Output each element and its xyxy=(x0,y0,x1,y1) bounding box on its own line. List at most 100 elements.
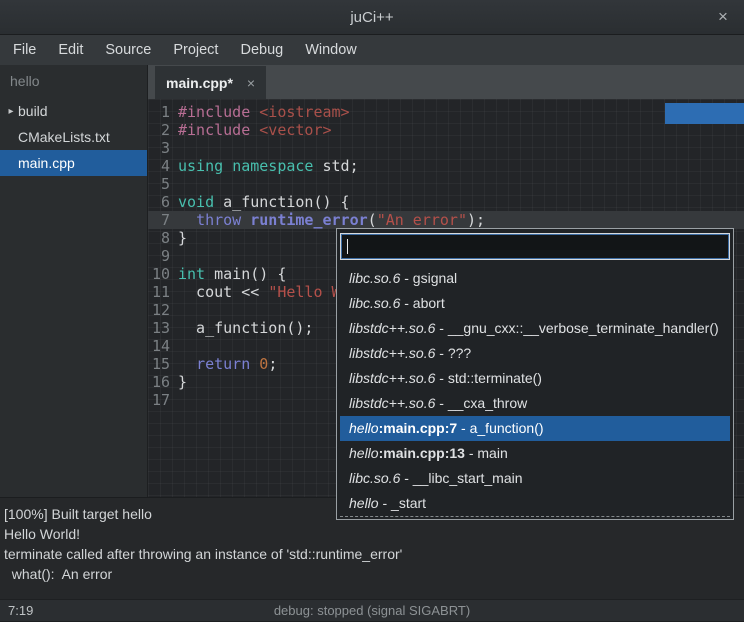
token-kw2: return xyxy=(196,355,250,373)
tab-label: main.cpp* xyxy=(166,75,233,91)
tree-item-label: build xyxy=(16,103,48,119)
token-str: "An error" xyxy=(377,211,467,229)
tree-item-build[interactable]: ▸build xyxy=(0,98,147,124)
line-number[interactable]: 8 xyxy=(148,229,170,247)
module-name: libstdc++.so.6 xyxy=(349,345,435,361)
line-number[interactable]: 13 xyxy=(148,319,170,337)
line-text: throw runtime_error("An error"); xyxy=(170,211,485,229)
tree-item-main-cpp[interactable]: main.cpp xyxy=(0,150,147,176)
line-text xyxy=(170,175,178,193)
console-line: Hello World! xyxy=(4,524,744,544)
module-name: libstdc++.so.6 xyxy=(349,320,435,336)
backtrace-item[interactable]: libstdc++.so.6 - __gnu_cxx::__verbose_te… xyxy=(340,316,730,341)
backtrace-item[interactable]: hello:main.cpp:13 - main xyxy=(340,441,730,466)
tree-item-label: main.cpp xyxy=(16,155,75,171)
menu-file[interactable]: File xyxy=(2,35,47,65)
source-location: :main.cpp:13 xyxy=(379,445,465,461)
tab-close-icon[interactable]: × xyxy=(247,75,255,91)
token-kw: void xyxy=(178,193,214,211)
backtrace-item[interactable]: libstdc++.so.6 - ??? xyxy=(340,341,730,366)
project-name: hello xyxy=(0,65,147,98)
console-line: terminate called after throwing an insta… xyxy=(4,544,744,564)
line-text xyxy=(170,337,178,355)
code-line-1[interactable]: 1#include <iostream> xyxy=(148,103,744,121)
backtrace-filter-input[interactable] xyxy=(340,233,730,260)
status-bar: 7:19 debug: stopped (signal SIGABRT) xyxy=(0,599,744,621)
menu-edit[interactable]: Edit xyxy=(47,35,94,65)
expander-icon[interactable]: ▸ xyxy=(0,106,16,117)
token-plain: ); xyxy=(467,211,485,229)
file-tree: ▸buildCMakeLists.txtmain.cpp xyxy=(0,98,147,176)
scrollbar-thumb[interactable] xyxy=(665,103,744,124)
code-line-4[interactable]: 4using namespace std; xyxy=(148,157,744,175)
menu-window[interactable]: Window xyxy=(294,35,368,65)
source-location: :main.cpp:7 xyxy=(379,420,458,436)
close-icon[interactable]: × xyxy=(713,7,733,27)
code-line-3[interactable]: 3 xyxy=(148,139,744,157)
code-line-5[interactable]: 5 xyxy=(148,175,744,193)
line-text xyxy=(170,301,178,319)
line-number[interactable]: 11 xyxy=(148,283,170,301)
menu-source[interactable]: Source xyxy=(94,35,162,65)
debug-status: debug: stopped (signal SIGABRT) xyxy=(0,600,744,622)
backtrace-item[interactable]: hello - _start xyxy=(340,491,730,516)
tree-item-cmakelists-txt[interactable]: CMakeLists.txt xyxy=(0,124,147,150)
backtrace-item[interactable]: libc.so.6 - abort xyxy=(340,291,730,316)
line-number[interactable]: 7 xyxy=(148,211,170,229)
symbol-name: - main xyxy=(465,445,508,461)
line-number[interactable]: 14 xyxy=(148,337,170,355)
module-name: hello xyxy=(349,495,379,511)
symbol-name: - abort xyxy=(400,295,444,311)
line-number[interactable]: 10 xyxy=(148,265,170,283)
line-number[interactable]: 5 xyxy=(148,175,170,193)
token-num: 0 xyxy=(259,355,268,373)
backtrace-item[interactable]: libstdc++.so.6 - __cxa_throw xyxy=(340,391,730,416)
line-number[interactable]: 17 xyxy=(148,391,170,409)
module-name: libc.so.6 xyxy=(349,270,400,286)
line-number[interactable]: 15 xyxy=(148,355,170,373)
backtrace-item[interactable]: hello:main.cpp:7 - a_function() xyxy=(340,416,730,441)
token-str: "Hello W xyxy=(268,283,340,301)
token-kw: int xyxy=(178,265,205,283)
token-plain: a_function() { xyxy=(214,193,349,211)
token-plain xyxy=(250,121,259,139)
line-text: void a_function() { xyxy=(170,193,350,211)
token-plain: ( xyxy=(368,211,377,229)
token-plain: a_function(); xyxy=(178,319,313,337)
symbol-name: - gsignal xyxy=(400,270,457,286)
token-kw: using xyxy=(178,157,223,175)
backtrace-item[interactable]: libc.so.6 - __libc_start_main xyxy=(340,466,730,491)
line-number[interactable]: 3 xyxy=(148,139,170,157)
line-number[interactable]: 6 xyxy=(148,193,170,211)
backtrace-item[interactable]: libstdc++.so.6 - std::terminate() xyxy=(340,366,730,391)
module-name: libc.so.6 xyxy=(349,295,400,311)
line-number[interactable]: 4 xyxy=(148,157,170,175)
sidebar: hello ▸buildCMakeLists.txtmain.cpp xyxy=(0,65,148,497)
code-line-2[interactable]: 2 #include <vector> xyxy=(148,121,744,139)
tab-main-cpp[interactable]: main.cpp* × xyxy=(155,66,266,99)
code-line-6[interactable]: 6void a_function() { xyxy=(148,193,744,211)
symbol-name: - __gnu_cxx::__verbose_terminate_handler… xyxy=(435,320,718,336)
menu-project[interactable]: Project xyxy=(162,35,229,65)
token-inc: <vector> xyxy=(259,121,331,139)
line-number[interactable]: 9 xyxy=(148,247,170,265)
token-plain: ; xyxy=(268,355,277,373)
token-plain xyxy=(178,355,196,373)
line-number[interactable]: 12 xyxy=(148,301,170,319)
token-plain xyxy=(250,355,259,373)
symbol-name: - __libc_start_main xyxy=(400,470,522,486)
token-pp: #include xyxy=(178,103,250,121)
line-number[interactable]: 1 xyxy=(148,103,170,121)
token-pp: #include xyxy=(178,121,250,139)
token-kw2: throw xyxy=(196,211,241,229)
module-name: libstdc++.so.6 xyxy=(349,370,435,386)
token-plain xyxy=(223,157,232,175)
line-number[interactable]: 16 xyxy=(148,373,170,391)
menu-debug[interactable]: Debug xyxy=(229,35,294,65)
token-kw: namespace xyxy=(232,157,313,175)
line-text: a_function(); xyxy=(170,319,313,337)
line-number[interactable]: 2 xyxy=(148,121,170,139)
code-line-7[interactable]: 7 throw runtime_error("An error"); xyxy=(148,211,744,229)
line-text: cout << "Hello W xyxy=(170,283,341,301)
backtrace-item[interactable]: libc.so.6 - gsignal xyxy=(340,266,730,291)
